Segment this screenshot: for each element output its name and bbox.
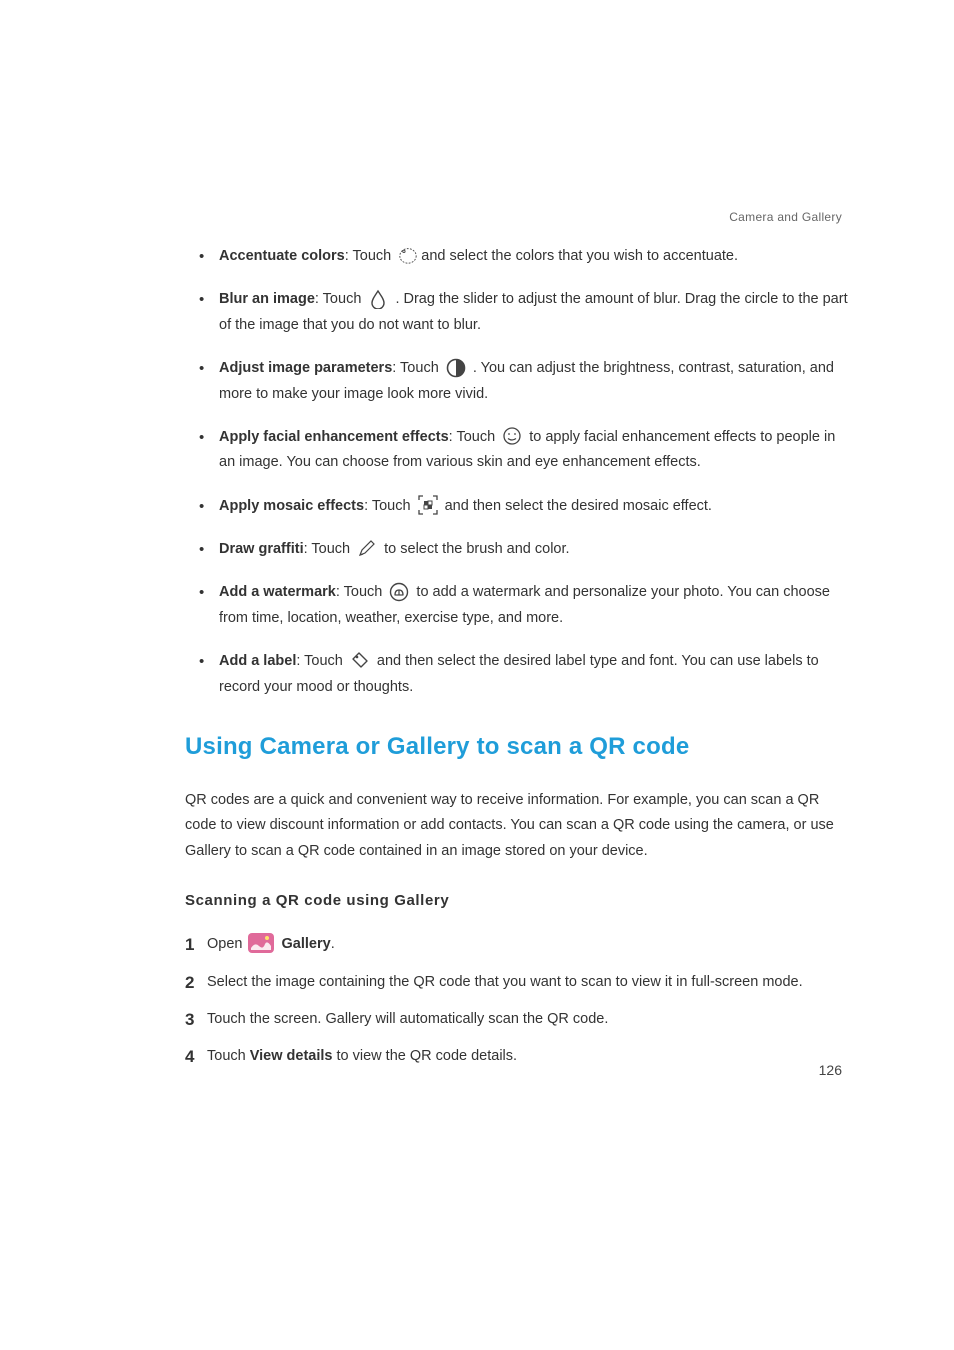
step-item: Select the image containing the QR code … (185, 970, 849, 995)
adjust-parameters-icon (445, 357, 467, 379)
accentuate-colors-icon (397, 244, 419, 266)
item-title: Apply mosaic effects (219, 498, 364, 514)
document-page: Camera and Gallery Accentuate colors: To… (0, 0, 954, 1350)
steps-list: Open Gallery. Select the image containin… (185, 932, 849, 1070)
list-item: Draw graffiti: Touch to select the brush… (203, 537, 849, 562)
watermark-icon (388, 581, 410, 603)
section-intro: QR codes are a quick and convenient way … (185, 788, 849, 864)
text: and then select the desired mosaic effec… (441, 498, 712, 514)
list-item: Adjust image parameters: Touch . You can… (203, 356, 849, 407)
list-item: Add a label: Touch and then select the d… (203, 649, 849, 700)
step-item: Touch View details to view the QR code d… (185, 1044, 849, 1069)
item-title: Apply facial enhancement effects (219, 429, 449, 445)
app-name: Gallery (282, 936, 331, 952)
text: : Touch (392, 360, 443, 376)
item-title: Blur an image (219, 291, 315, 307)
label-tag-icon (349, 649, 371, 671)
blur-droplet-icon (367, 288, 389, 310)
text: . (331, 936, 335, 952)
text: and select the colors that you wish to a… (421, 248, 738, 264)
brush-icon (356, 537, 378, 559)
mosaic-icon (417, 494, 439, 516)
action-name: View details (250, 1048, 333, 1064)
list-item: Accentuate colors: Touch and select the … (203, 244, 849, 269)
list-item: Add a watermark: Touch to add a watermar… (203, 580, 849, 631)
list-item: Blur an image: Touch . Drag the slider t… (203, 287, 849, 338)
step-item: Open Gallery. (185, 932, 849, 957)
list-item: Apply mosaic effects: Touch and then sel… (203, 494, 849, 519)
item-title: Add a watermark (219, 584, 336, 600)
running-header: Camera and Gallery (729, 207, 842, 228)
section-heading: Using Camera or Gallery to scan a QR cod… (185, 726, 849, 768)
feature-list: Accentuate colors: Touch and select the … (203, 244, 849, 700)
text: : Touch (449, 429, 500, 445)
text: : Touch (345, 248, 396, 264)
page-number: 126 (819, 1058, 842, 1083)
step-item: Touch the screen. Gallery will automatic… (185, 1007, 849, 1032)
subsection-heading: Scanning a QR code using Gallery (185, 888, 849, 914)
item-title: Add a label (219, 653, 296, 669)
text: : Touch (296, 653, 347, 669)
text: Select the image containing the QR code … (207, 974, 803, 990)
text: to view the QR code details. (332, 1048, 517, 1064)
text: to select the brush and color. (380, 541, 569, 557)
item-title: Adjust image parameters (219, 360, 392, 376)
text: : Touch (336, 584, 387, 600)
text: Touch (207, 1048, 250, 1064)
face-enhance-icon (501, 425, 523, 447)
item-title: Draw graffiti (219, 541, 304, 557)
text: Touch the screen. Gallery will automatic… (207, 1011, 608, 1027)
text: : Touch (315, 291, 366, 307)
text: : Touch (304, 541, 355, 557)
gallery-app-icon (247, 932, 275, 954)
text: : Touch (364, 498, 415, 514)
list-item: Apply facial enhancement effects: Touch … (203, 425, 849, 476)
text: Open (207, 936, 247, 952)
item-title: Accentuate colors (219, 248, 345, 264)
